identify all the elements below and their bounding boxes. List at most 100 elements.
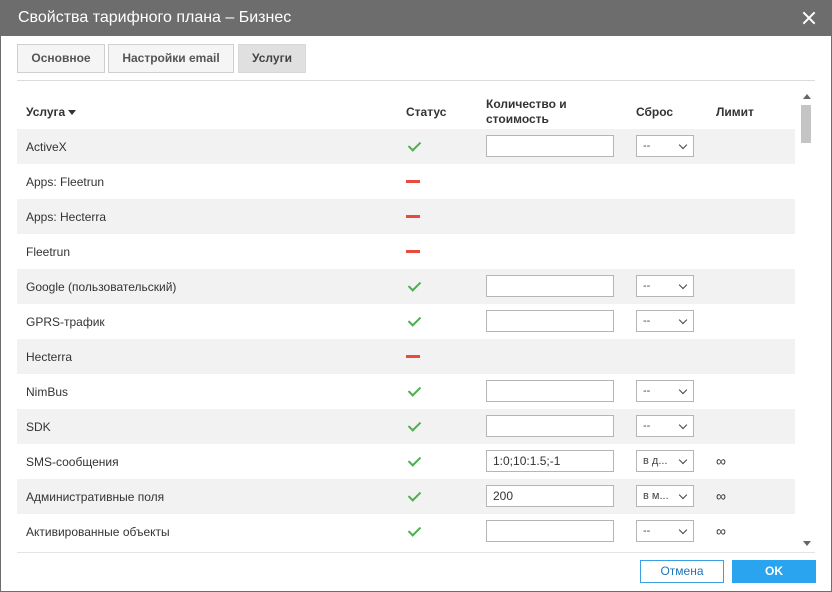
reset-select[interactable]: -- — [636, 380, 694, 402]
qty-input[interactable] — [486, 275, 614, 297]
check-icon — [407, 488, 422, 502]
limit-value: ∞ — [716, 523, 726, 539]
dialog-titlebar: Свойства тарифного плана – Бизнес — [1, 1, 831, 36]
status-toggle[interactable] — [406, 209, 424, 225]
minus-icon — [406, 215, 420, 218]
header-qty-line1: Количество и — [486, 97, 567, 111]
reset-value: -- — [643, 140, 651, 152]
qty-input[interactable] — [486, 520, 614, 542]
check-icon — [407, 418, 422, 432]
chevron-down-icon — [678, 420, 688, 430]
service-name: ActiveX — [26, 140, 67, 154]
reset-select[interactable]: -- — [636, 415, 694, 437]
status-toggle[interactable] — [406, 138, 424, 155]
status-toggle[interactable] — [406, 383, 424, 400]
header-service-sort[interactable]: Услуга — [26, 105, 77, 119]
service-name: SDK — [26, 420, 51, 434]
header-limit: Лимит — [716, 105, 754, 119]
table-row: ActiveX -- — [17, 129, 795, 164]
table-row: Fleetrun — [17, 234, 795, 269]
qty-input[interactable] — [486, 310, 614, 332]
status-toggle[interactable] — [406, 453, 424, 470]
reset-select[interactable]: -- — [636, 135, 694, 157]
service-name: Административные поля — [26, 490, 165, 504]
header-reset: Сброс — [636, 105, 674, 119]
scroll-thumb[interactable] — [801, 105, 811, 143]
qty-input[interactable] — [486, 380, 614, 402]
dialog-title: Свойства тарифного плана – Бизнес — [18, 9, 292, 26]
status-toggle[interactable] — [406, 349, 424, 365]
check-icon — [407, 278, 422, 292]
table-header: Услуга Статус Количество и стоимость Сбр… — [17, 95, 795, 129]
status-toggle[interactable] — [406, 174, 424, 190]
status-toggle[interactable] — [406, 418, 424, 435]
table-row: SMS-сообщения в д... ∞ — [17, 444, 795, 479]
ok-button[interactable]: OK — [732, 560, 816, 583]
sort-down-icon — [68, 110, 77, 115]
table-row: Apps: Hecterra — [17, 199, 795, 234]
chevron-down-icon — [678, 490, 688, 500]
tab-divider — [17, 80, 815, 81]
service-name: Hecterra — [26, 350, 73, 364]
header-qty-line2: стоимость — [486, 112, 549, 126]
services-table-body: ActiveX -- Apps: Fleetrun Apps: Hecterra… — [17, 129, 795, 550]
service-name: SMS-сообщения — [26, 455, 119, 469]
status-toggle[interactable] — [406, 488, 424, 505]
status-toggle[interactable] — [406, 523, 424, 540]
chevron-down-icon — [678, 455, 688, 465]
minus-icon — [406, 180, 420, 183]
reset-select[interactable]: в м... — [636, 485, 694, 507]
reset-value: в м... — [643, 490, 669, 502]
reset-value: в д... — [643, 455, 668, 467]
cancel-button[interactable]: Отмена — [640, 560, 724, 583]
check-icon — [407, 138, 422, 152]
reset-value: -- — [643, 315, 651, 327]
header-service-label: Услуга — [26, 105, 66, 119]
qty-input[interactable] — [486, 415, 614, 437]
status-toggle[interactable] — [406, 278, 424, 295]
table-row: Hecterra — [17, 339, 795, 374]
reset-value: -- — [643, 280, 651, 292]
table-row: SDK -- — [17, 409, 795, 444]
limit-value: ∞ — [716, 453, 726, 469]
chevron-down-icon — [678, 315, 688, 325]
qty-input[interactable] — [486, 135, 614, 157]
tab-general[interactable]: Основное — [17, 44, 105, 73]
reset-select[interactable]: -- — [636, 275, 694, 297]
service-name: Apps: Fleetrun — [26, 175, 105, 189]
service-name: NimBus — [26, 385, 69, 399]
check-icon — [407, 523, 422, 537]
reset-value: -- — [643, 420, 651, 432]
header-status: Статус — [406, 105, 447, 119]
status-toggle[interactable] — [406, 244, 424, 260]
tab-email-settings[interactable]: Настройки email — [108, 44, 234, 73]
close-icon[interactable] — [803, 12, 815, 24]
check-icon — [407, 453, 422, 467]
tariff-plan-dialog: Свойства тарифного плана – Бизнес Основн… — [0, 0, 832, 592]
qty-input[interactable] — [486, 485, 614, 507]
chevron-down-icon — [678, 385, 688, 395]
service-name: Apps: Hecterra — [26, 210, 107, 224]
reset-select[interactable]: -- — [636, 520, 694, 542]
footer-divider — [17, 552, 815, 553]
service-name: Активированные объекты — [26, 525, 170, 539]
reset-select[interactable]: в д... — [636, 450, 694, 472]
service-name: GPRS-трафик — [26, 315, 105, 329]
check-icon — [407, 313, 422, 327]
status-toggle[interactable] — [406, 313, 424, 330]
chevron-down-icon — [678, 140, 688, 150]
table-row: NimBus -- — [17, 374, 795, 409]
tab-services[interactable]: Услуги — [238, 44, 306, 73]
reset-value: -- — [643, 525, 651, 537]
reset-select[interactable]: -- — [636, 310, 694, 332]
service-name: Google (пользовательский) — [26, 280, 177, 294]
chevron-down-icon — [678, 525, 688, 535]
table-row: GPRS-трафик -- — [17, 304, 795, 339]
table-row: Активированные объекты -- ∞ — [17, 514, 795, 549]
scroll-up-icon[interactable] — [803, 94, 811, 99]
service-name: Fleetrun — [26, 245, 71, 259]
reset-value: -- — [643, 385, 651, 397]
table-scrollbar[interactable] — [800, 91, 814, 550]
scroll-down-icon[interactable] — [803, 541, 811, 546]
qty-input[interactable] — [486, 450, 614, 472]
